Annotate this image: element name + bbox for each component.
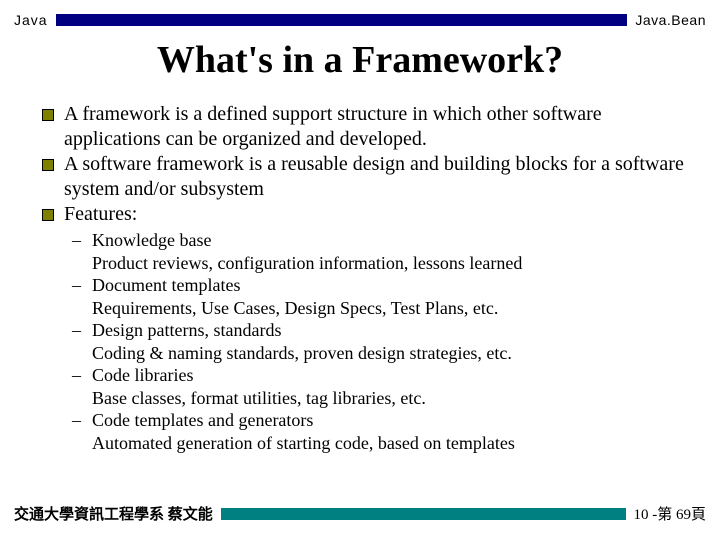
feature-item: Design patterns, standards Coding & nami… xyxy=(68,319,690,364)
bullet-item: A framework is a defined support structu… xyxy=(40,102,690,152)
bullet-item: Features: Knowledge base Product reviews… xyxy=(40,202,690,454)
feature-item: Code libraries Base classes, format util… xyxy=(68,364,690,409)
slide-title: What's in a Framework? xyxy=(0,38,720,82)
bullet-text: A software framework is a reusable desig… xyxy=(64,153,684,200)
feature-desc: Product reviews, configuration informati… xyxy=(92,252,690,275)
feature-desc: Requirements, Use Cases, Design Specs, T… xyxy=(92,297,690,320)
bullet-text: Features: xyxy=(64,203,137,225)
slide-footer: 交通大學資訊工程學系 蔡文能 10 -第 69頁 xyxy=(14,503,706,524)
feature-name: Document templates xyxy=(92,275,240,295)
feature-name: Code libraries xyxy=(92,365,193,385)
feature-item: Document templates Requirements, Use Cas… xyxy=(68,274,690,319)
feature-name: Knowledge base xyxy=(92,230,211,250)
header-bar xyxy=(56,14,628,26)
bullet-item: A software framework is a reusable desig… xyxy=(40,152,690,202)
feature-desc: Automated generation of starting code, b… xyxy=(92,432,690,455)
feature-desc: Base classes, format utilities, tag libr… xyxy=(92,387,690,410)
feature-item: Code templates and generators Automated … xyxy=(68,409,690,454)
footer-left-label: 交通大學資訊工程學系 蔡文能 xyxy=(14,503,213,524)
feature-name: Code templates and generators xyxy=(92,410,313,430)
header-left-label: Java xyxy=(14,12,48,28)
footer-right-label: 10 -第 69頁 xyxy=(634,503,707,524)
footer-bar xyxy=(221,508,626,520)
slide-content: A framework is a defined support structu… xyxy=(40,102,690,454)
feature-desc: Coding & naming standards, proven design… xyxy=(92,342,690,365)
feature-name: Design patterns, standards xyxy=(92,320,281,340)
feature-list: Knowledge base Product reviews, configur… xyxy=(64,229,690,454)
header-right-label: Java.Bean xyxy=(635,12,706,28)
feature-item: Knowledge base Product reviews, configur… xyxy=(68,229,690,274)
slide-header: Java Java.Bean xyxy=(14,12,706,28)
bullet-text: A framework is a defined support structu… xyxy=(64,103,602,150)
main-bullet-list: A framework is a defined support structu… xyxy=(40,102,690,454)
